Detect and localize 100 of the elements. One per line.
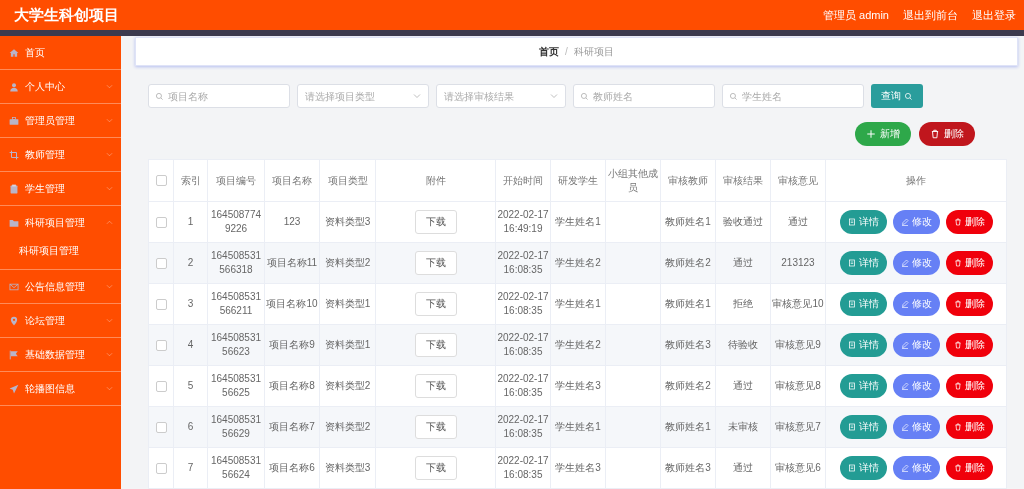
search-field[interactable]: 教师姓名: [573, 84, 715, 108]
edit-button[interactable]: 修改: [892, 251, 940, 275]
table-cell: 164508531566318: [207, 242, 265, 284]
column-header: 研发学生: [550, 159, 606, 202]
delete-button[interactable]: 删除: [945, 333, 993, 357]
delete-button[interactable]: 删除: [945, 415, 993, 439]
checkbox[interactable]: [155, 380, 167, 392]
delete-button[interactable]: 删除: [945, 374, 993, 398]
table-cell: 2022-02-17 16:08:35: [495, 447, 551, 489]
search-field[interactable]: 项目名称: [148, 84, 290, 108]
edit-button[interactable]: 修改: [892, 333, 940, 357]
sidebar-item[interactable]: 个人中心: [0, 70, 121, 104]
details-button[interactable]: 详情: [839, 292, 887, 316]
crop-icon: [9, 149, 19, 160]
details-button[interactable]: 详情: [839, 456, 887, 480]
table-cell: 拒绝: [715, 283, 771, 325]
table-cell: 审核意见10: [770, 283, 826, 325]
chevron-down-icon: [106, 151, 113, 158]
download-button[interactable]: 下载: [414, 333, 457, 357]
edit-button[interactable]: 修改: [892, 210, 940, 234]
sidebar-item[interactable]: 轮播图信息: [0, 372, 121, 406]
details-button[interactable]: 详情: [839, 210, 887, 234]
sidebar-item[interactable]: 教师管理: [0, 138, 121, 172]
table-cell: 教师姓名2: [660, 242, 716, 284]
edit-button[interactable]: 修改: [892, 415, 940, 439]
download-button[interactable]: 下载: [414, 210, 457, 234]
sidebar-label: 公告信息管理: [25, 279, 86, 294]
table-cell: 123: [264, 201, 320, 243]
search-field[interactable]: 学生姓名: [722, 84, 864, 108]
search-icon: [729, 92, 738, 101]
table-cell: 7: [173, 447, 208, 489]
delete-button[interactable]: 删除: [945, 210, 993, 234]
table-cell: 资料类型2: [319, 242, 376, 284]
table-cell: 资料类型2: [319, 365, 376, 407]
person-icon: [9, 81, 19, 92]
plus-icon: [866, 129, 876, 139]
details-button[interactable]: 详情: [839, 374, 887, 398]
search-icon: [904, 91, 913, 101]
table-cell: 待验收: [715, 324, 771, 366]
breadcrumb-item[interactable]: 首页: [539, 44, 560, 59]
download-button[interactable]: 下载: [414, 251, 457, 275]
table-cell: 学生姓名1: [550, 406, 606, 448]
sidebar-label: 轮播图信息: [25, 381, 76, 396]
checkbox[interactable]: [155, 421, 167, 433]
details-button[interactable]: 详情: [839, 415, 887, 439]
breadcrumb-item: 科研项目: [573, 44, 614, 59]
download-button[interactable]: 下载: [414, 374, 457, 398]
delete-button[interactable]: 删除: [945, 292, 993, 316]
column-header: 索引: [173, 159, 208, 202]
sidebar-label: 管理员管理: [25, 113, 76, 128]
header-link[interactable]: 退出到前台: [903, 7, 958, 23]
checkbox[interactable]: [155, 216, 167, 228]
delete-button[interactable]: 删除: [945, 251, 993, 275]
search-button[interactable]: 查询: [871, 84, 923, 108]
document-icon: [847, 423, 856, 431]
checkbox[interactable]: [155, 175, 167, 187]
edit-button[interactable]: 修改: [892, 292, 940, 316]
table-cell: 5: [173, 365, 208, 407]
trash-icon: [953, 464, 962, 472]
table-cell: 通过: [715, 242, 771, 284]
add-button[interactable]: 新增: [855, 122, 911, 146]
download-button[interactable]: 下载: [414, 292, 457, 316]
sidebar-item[interactable]: 科研项目管理: [0, 206, 121, 239]
checkbox[interactable]: [155, 339, 167, 351]
table-cell: 教师姓名1: [660, 283, 716, 325]
delete-button[interactable]: 删除: [945, 456, 993, 480]
download-button[interactable]: 下载: [414, 456, 457, 480]
sidebar-item[interactable]: 基础数据管理: [0, 338, 121, 372]
table-cell: 213123: [770, 242, 826, 284]
table-cell: 项目名称7: [264, 406, 320, 448]
header-link[interactable]: 退出登录: [972, 7, 1016, 23]
checkbox[interactable]: [155, 298, 167, 310]
delete-button[interactable]: 删除: [919, 122, 975, 146]
sidebar-item[interactable]: 首页: [0, 36, 121, 70]
table-cell: 学生姓名2: [550, 242, 606, 284]
table-cell: 通过: [715, 447, 771, 489]
table-cell: 通过: [770, 201, 826, 243]
download-button[interactable]: 下载: [414, 415, 457, 439]
select-field[interactable]: 请选择项目类型: [297, 84, 429, 108]
submenu-item[interactable]: 科研项目管理: [19, 245, 79, 256]
checkbox[interactable]: [155, 462, 167, 474]
edit-button[interactable]: 修改: [892, 374, 940, 398]
sidebar-item[interactable]: 学生管理: [0, 172, 121, 206]
select-field[interactable]: 请选择审核结果: [436, 84, 566, 108]
column-header: 项目名称: [264, 159, 320, 202]
details-button[interactable]: 详情: [839, 251, 887, 275]
chevron-down-icon: [413, 92, 421, 100]
sidebar-item[interactable]: 公告信息管理: [0, 270, 121, 304]
sidebar-item[interactable]: 论坛管理: [0, 304, 121, 338]
briefcase-icon: [9, 115, 19, 126]
details-button[interactable]: 详情: [839, 333, 887, 357]
checkbox[interactable]: [155, 257, 167, 269]
pencil-icon: [900, 464, 909, 472]
edit-button[interactable]: 修改: [892, 456, 940, 480]
table-cell: 项目名称11: [264, 242, 320, 284]
table-cell: 学生姓名1: [550, 201, 606, 243]
table-cell: 1: [173, 201, 208, 243]
column-header: 审核结果: [715, 159, 771, 202]
sidebar-item[interactable]: 管理员管理: [0, 104, 121, 138]
table-cell: 16450853156625: [207, 365, 265, 407]
